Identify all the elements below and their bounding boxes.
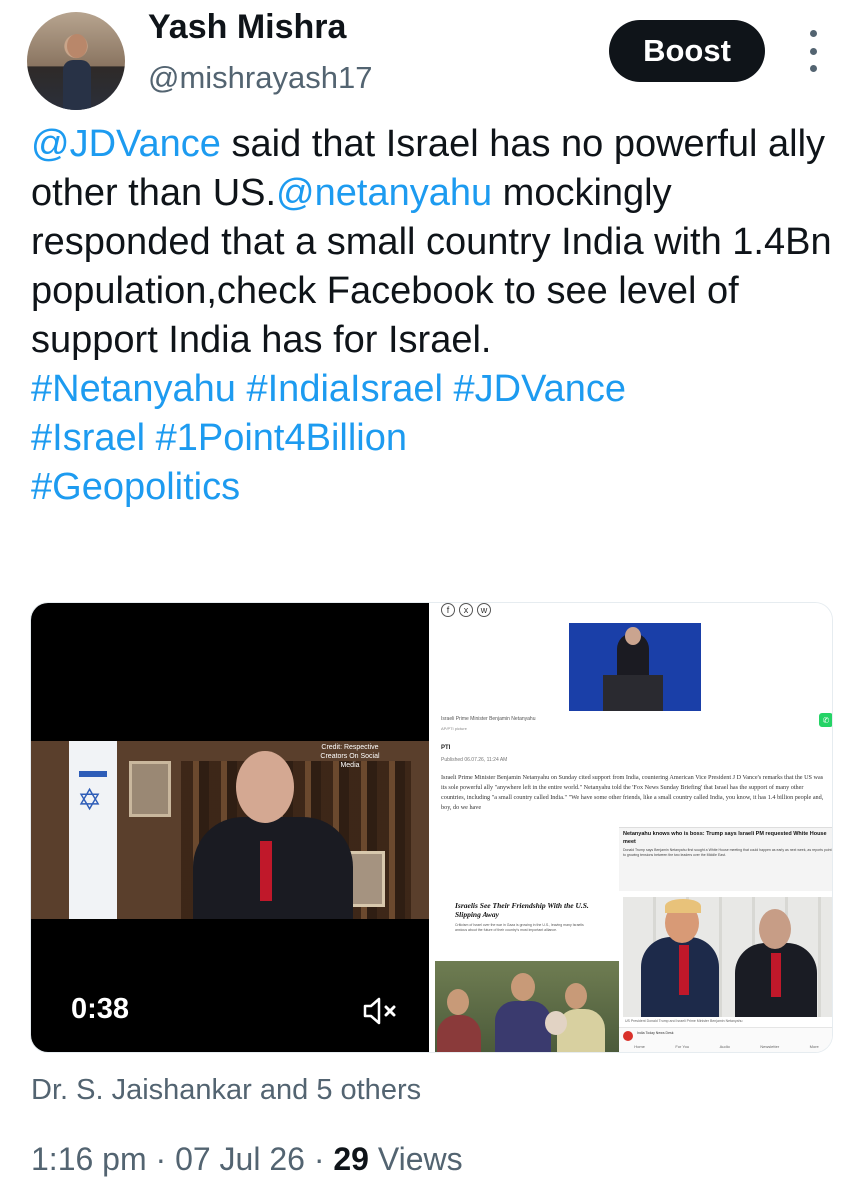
news-notification: Netanyahu knows who is boss: Trump says … <box>619 827 832 891</box>
leader-left-hair <box>665 899 701 913</box>
crowd-face <box>447 989 469 1015</box>
nav-for-you: For You <box>675 1044 690 1049</box>
leader-right-tie <box>771 953 781 997</box>
hashtags-line-1[interactable]: #Netanyahu #IndiaIsrael #JDVance <box>31 368 626 410</box>
photo-speaker-head <box>625 627 641 645</box>
nav-home: Home <box>634 1044 645 1049</box>
video-frame: Credit: Respective Creators On Social Me… <box>31 741 429 919</box>
crowd-person <box>437 1015 481 1052</box>
video-player[interactable]: Credit: Respective Creators On Social Me… <box>31 603 429 1052</box>
app-nav: Home For You Audio Newsletter More <box>619 1044 832 1049</box>
nav-more: More <box>809 1044 819 1049</box>
tweet-text: @JDVance said that Israel has no powerfu… <box>31 120 841 512</box>
israel-flag <box>69 741 117 919</box>
author-handle[interactable]: @mishrayash17 <box>148 60 372 96</box>
author-avatar[interactable] <box>27 12 125 110</box>
views-label: Views <box>377 1141 463 1177</box>
leader-right-head <box>759 909 791 949</box>
crowd-face <box>565 983 587 1009</box>
tweet-header: Yash Mishra @mishrayash17 Boost <box>0 0 862 110</box>
app-name: India Today News Desk <box>637 1031 674 1035</box>
video-timer: 0:38 <box>71 993 130 1025</box>
leader-left-tie <box>679 945 689 995</box>
article-agency: PTI <box>441 745 451 751</box>
video-credit: Credit: Respective Creators On Social Me… <box>320 744 380 769</box>
avatar-head <box>67 34 87 58</box>
hashtags-line-2[interactable]: #Israel #1Point4Billion <box>31 417 407 459</box>
leaders-photo-caption: US President Donald Trump and Israeli Pr… <box>625 1019 743 1023</box>
photo-credit: AP/PTI picture <box>441 726 467 731</box>
tweet-meta: 1:16 pm · 07 Jul 26 · 29 Views <box>31 1141 463 1177</box>
nav-newsletter: Newsletter <box>760 1044 780 1049</box>
crowd-face <box>545 1011 567 1035</box>
facebook-icon: f <box>441 603 455 617</box>
whatsapp-icon: w <box>477 603 491 617</box>
notification-title: Netanyahu knows who is boss: Trump says … <box>623 831 827 845</box>
crowd-person <box>495 1001 551 1052</box>
media-grid: Credit: Respective Creators On Social Me… <box>30 602 833 1053</box>
speaker-head <box>236 751 294 823</box>
nav-audio: Audio <box>719 1044 730 1049</box>
podium <box>603 675 663 711</box>
avatar-figure <box>63 60 91 110</box>
leaders-photo <box>623 897 832 1017</box>
hashtags-line-3[interactable]: #Geopolitics <box>31 466 240 508</box>
mention-jdvance[interactable]: @JDVance <box>31 123 221 165</box>
liked-by[interactable]: Dr. S. Jaishankar and 5 others <box>31 1074 421 1107</box>
app-bottom-bar: India Today News Desk Home For You Audio… <box>619 1027 832 1052</box>
speaker-body <box>193 817 353 919</box>
framed-photo <box>129 761 171 817</box>
more-options-icon[interactable] <box>798 30 828 72</box>
author-name[interactable]: Yash Mishra <box>148 8 346 47</box>
nyt-title: Israelis See Their Friendship With the U… <box>455 901 589 919</box>
views-count: 29 <box>333 1141 369 1177</box>
article-screenshot[interactable]: f x w Israeli Prime Minister Benjamin Ne… <box>433 603 832 1052</box>
crowd-photo <box>435 961 619 1052</box>
tweet-date[interactable]: 07 Jul 26 <box>175 1141 305 1177</box>
crowd-face <box>511 973 535 1001</box>
nyt-body: Criticism of Israel over the war in Gaza… <box>455 923 584 932</box>
article-body: Israeli Prime Minister Benjamin Netanyah… <box>441 774 824 811</box>
speaker-tie <box>260 841 272 901</box>
whatsapp-share-icon: ✆ <box>819 713 832 727</box>
notification-body: Donald Trump says Benjamin Netanyahu fir… <box>623 848 832 857</box>
boost-button[interactable]: Boost <box>609 20 765 82</box>
mute-icon[interactable] <box>361 996 401 1026</box>
x-icon: x <box>459 603 473 617</box>
news-logo-icon <box>623 1031 633 1041</box>
social-share-icons: f x w <box>441 603 491 617</box>
photo-caption: Israeli Prime Minister Benjamin Netanyah… <box>441 716 536 722</box>
tweet-time[interactable]: 1:16 pm <box>31 1141 147 1177</box>
article-photo <box>569 623 701 711</box>
mention-netanyahu[interactable]: @netanyahu <box>276 172 492 214</box>
nyt-headline-card: Israelis See Their Friendship With the U… <box>435 891 617 959</box>
article-published: Published 06.07.26, 11:24 AM <box>441 757 508 763</box>
